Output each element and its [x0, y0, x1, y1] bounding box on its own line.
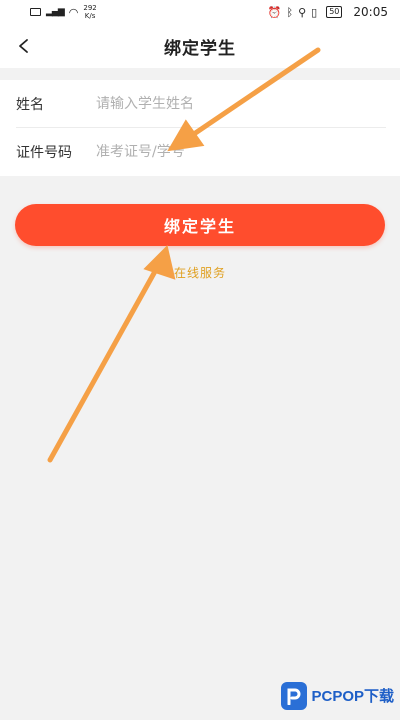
online-service-link[interactable]: 在线服务 [0, 264, 400, 281]
wifi-icon: ◠ [68, 5, 79, 19]
name-label: 姓名 [16, 96, 44, 113]
battery-icon: 50 [326, 6, 343, 18]
bind-student-form: 姓名 证件号码 [0, 80, 400, 176]
watermark-brand: PCPOP下载 [311, 687, 394, 705]
vibrate-icon: ▯ [311, 5, 318, 19]
pcpop-watermark: PCPOP下载 [281, 678, 394, 714]
back-button[interactable] [8, 30, 40, 62]
watermark-text: PCPOP下载 [311, 688, 394, 705]
status-time: 20:05 [353, 5, 388, 19]
network-speed-value: 292 [83, 4, 97, 12]
name-input[interactable] [96, 87, 386, 120]
arrow-to-bind-button [47, 245, 176, 463]
id-number-label: 证件号码 [16, 145, 72, 161]
signal-icon: ▂▄▆ [46, 7, 65, 17]
id-number-input[interactable] [96, 136, 386, 168]
location-icon: ⚲ [298, 5, 307, 19]
status-bar-left: ▂▄▆ ◠ 292 K/s [30, 4, 97, 20]
pcpop-logo-icon [281, 682, 308, 710]
nav-header: 绑定学生 [0, 24, 400, 68]
bluetooth-icon: ᛒ [286, 5, 294, 19]
network-speed-unit: K/s [84, 12, 96, 20]
bind-student-button[interactable]: 绑定学生 [15, 204, 385, 246]
network-speed: 292 K/s [83, 4, 96, 20]
status-bar-right: ⏰ ᛒ ⚲ ▯ 50 20:05 [268, 5, 388, 19]
status-bar: ▂▄▆ ◠ 292 K/s ⏰ ᛒ ⚲ ▯ 50 20:05 [0, 0, 400, 24]
message-icon [30, 8, 41, 16]
id-number-row: 证件号码 [16, 128, 386, 176]
alarm-icon: ⏰ [267, 5, 282, 19]
name-row: 姓名 [16, 80, 386, 128]
chevron-left-icon [19, 39, 28, 53]
page-title: 绑定学生 [164, 38, 236, 59]
